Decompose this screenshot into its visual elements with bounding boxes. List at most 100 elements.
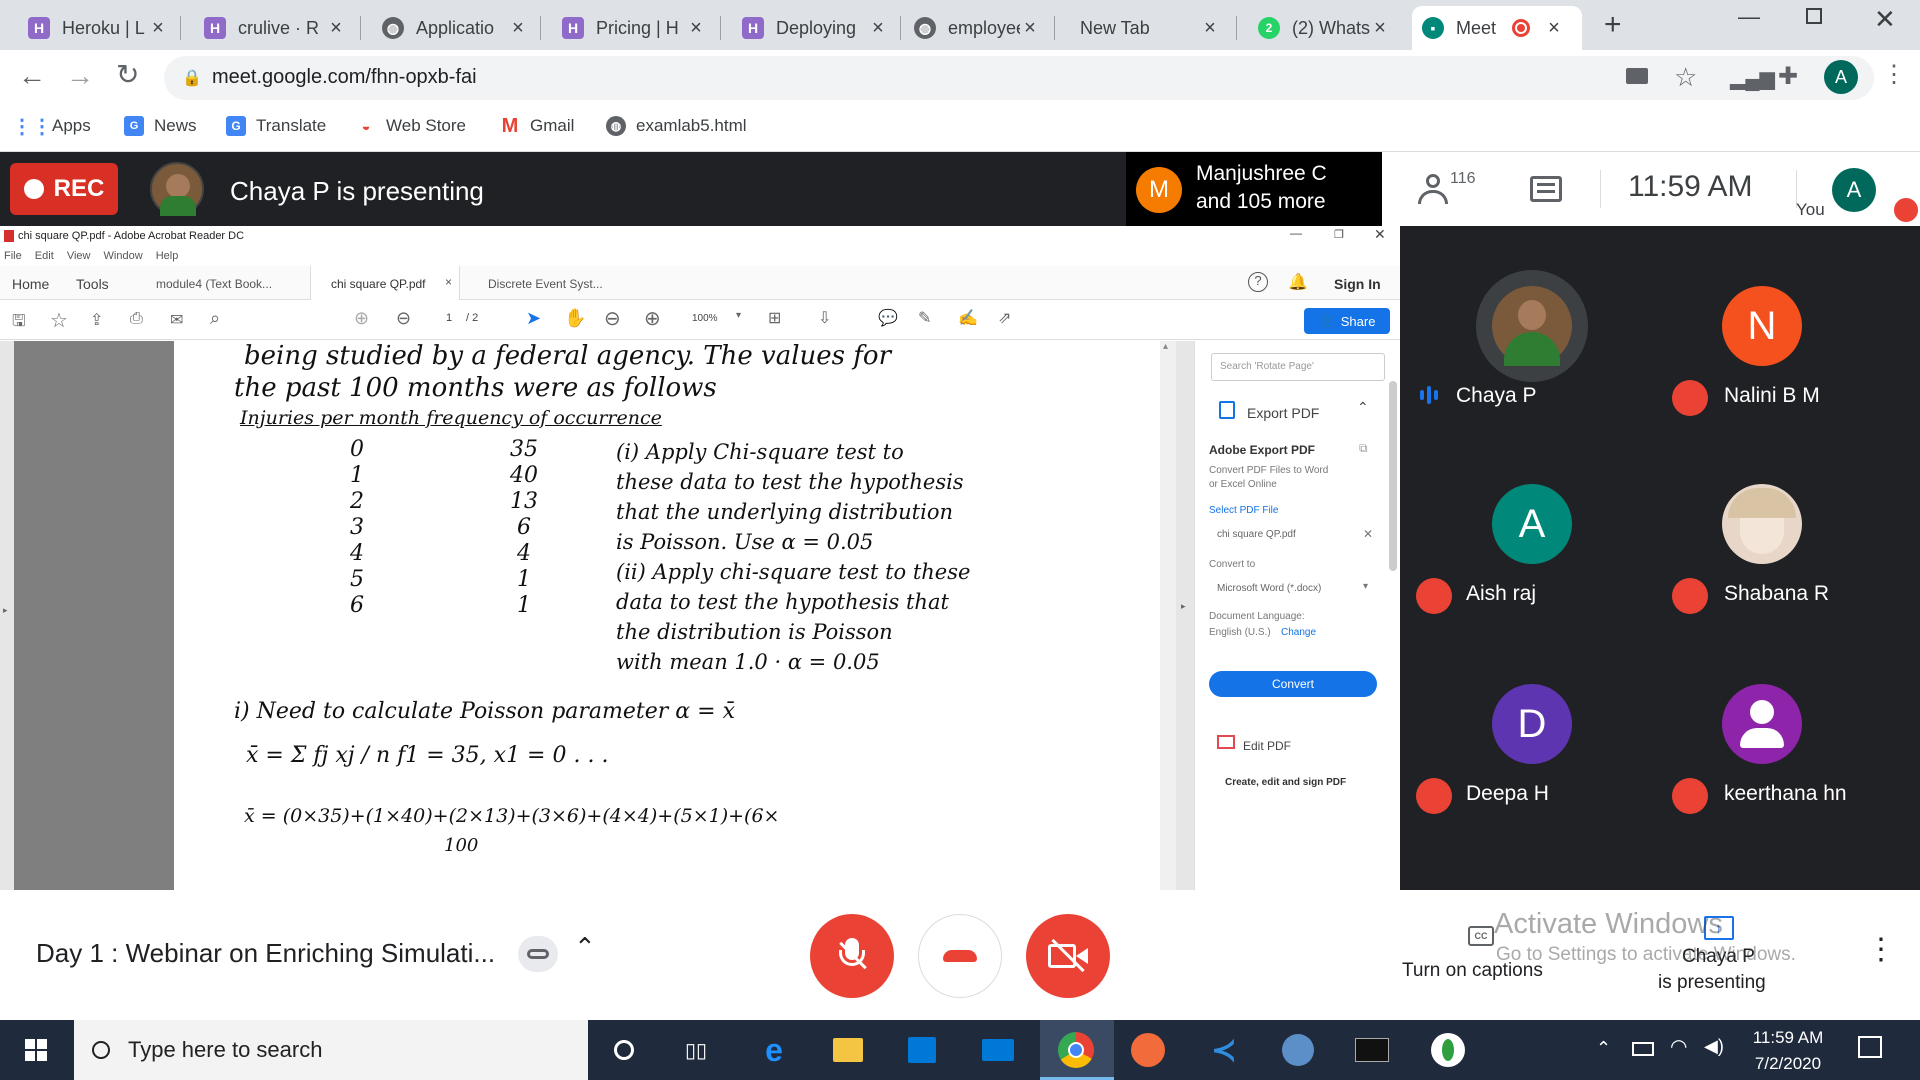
- cortana-icon[interactable]: [604, 1030, 644, 1070]
- expand-arrow-icon[interactable]: ▸: [1181, 601, 1186, 612]
- tray-expand-icon[interactable]: ⌃: [1596, 1038, 1611, 1059]
- menu-file[interactable]: File: [4, 250, 22, 262]
- tools-search-input[interactable]: Search 'Rotate Page': [1211, 353, 1385, 381]
- share-button[interactable]: 👤 Share: [1304, 308, 1390, 334]
- hand-tool-icon[interactable]: ✋: [564, 308, 586, 329]
- page-down-icon[interactable]: ⊖: [396, 308, 411, 329]
- bookmark-webstore[interactable]: ◒ Web Store: [356, 116, 466, 136]
- store-icon[interactable]: [902, 1030, 942, 1070]
- participant-avatar-keerthana[interactable]: [1722, 684, 1802, 764]
- profile-avatar[interactable]: A: [1824, 60, 1858, 94]
- save-icon[interactable]: 🖫: [12, 310, 26, 337]
- menu-dots-icon[interactable]: ⋮: [1882, 60, 1906, 89]
- url-text[interactable]: meet.google.com/fhn-opxb-fai: [212, 66, 477, 89]
- app-globe-icon[interactable]: [1278, 1030, 1318, 1070]
- restore-button[interactable]: ❐: [1334, 228, 1344, 241]
- bookmark-star-icon[interactable]: ☆: [50, 308, 68, 333]
- terminal-icon[interactable]: [1352, 1030, 1392, 1070]
- camera-toggle-button[interactable]: [1026, 914, 1110, 998]
- page-scrollbar[interactable]: ▴: [1160, 341, 1176, 890]
- battery-icon[interactable]: [1632, 1042, 1654, 1056]
- bookmark-news[interactable]: G News: [124, 116, 197, 136]
- bookmark-translate[interactable]: G Translate: [226, 116, 326, 136]
- participant-tile-chaya[interactable]: [1476, 270, 1588, 382]
- omnibox[interactable]: 🔒 meet.google.com/fhn-opxb-fai ☆: [164, 56, 1874, 100]
- tab-application[interactable]: ◍ Applicatio ×: [372, 6, 538, 50]
- close-icon[interactable]: ×: [1544, 17, 1564, 40]
- mail-icon[interactable]: ✉: [170, 310, 183, 330]
- windows-start-icon[interactable]: [16, 1030, 56, 1070]
- doc-tab[interactable]: module4 (Text Book...: [156, 277, 272, 291]
- tab-heroku[interactable]: H Heroku | L ×: [18, 6, 178, 50]
- change-language-link[interactable]: Change: [1281, 627, 1316, 638]
- participant-photo-shabana[interactable]: [1722, 484, 1802, 564]
- zoom-in-icon[interactable]: ⊕: [644, 306, 661, 331]
- menu-help[interactable]: Help: [156, 250, 179, 262]
- zoom-out-icon[interactable]: ⊖: [604, 306, 621, 331]
- chat-icon[interactable]: [1530, 176, 1562, 202]
- convert-format-select[interactable]: Microsoft Word (*.docx): [1217, 583, 1321, 594]
- page-current[interactable]: 1: [446, 312, 452, 324]
- signal-icon[interactable]: ▂▄▆: [1730, 66, 1775, 91]
- share-link-icon[interactable]: ⇗: [998, 308, 1011, 328]
- participant-avatar-nalini[interactable]: N: [1722, 286, 1802, 366]
- participant-avatar-aish[interactable]: A: [1492, 484, 1572, 564]
- file-explorer-icon[interactable]: [828, 1030, 868, 1070]
- bookmark-gmail[interactable]: M Gmail: [500, 115, 575, 137]
- notification-center-icon[interactable]: [1858, 1036, 1882, 1058]
- close-icon[interactable]: ×: [326, 17, 346, 40]
- captions-icon[interactable]: CC: [1468, 926, 1494, 946]
- search-icon[interactable]: ⌕: [210, 308, 220, 329]
- tab-whatsapp[interactable]: 2 (2) Whats ×: [1248, 6, 1400, 50]
- tools-tab[interactable]: Tools: [76, 276, 109, 292]
- convert-button[interactable]: Convert: [1209, 671, 1377, 697]
- copy-icon[interactable]: ⧉: [1359, 441, 1368, 456]
- home-tab[interactable]: Home: [12, 276, 49, 292]
- edge-icon[interactable]: e: [754, 1030, 794, 1070]
- select-cursor-icon[interactable]: ➤: [526, 308, 541, 329]
- taskbar-date[interactable]: 7/2/2020: [1748, 1054, 1828, 1074]
- left-nav-panel[interactable]: ▸: [0, 341, 14, 890]
- zoom-level[interactable]: 100%: [692, 313, 718, 324]
- chevron-up-icon[interactable]: ▴: [1163, 341, 1168, 352]
- tab-crulive[interactable]: H crulive · R ×: [194, 6, 356, 50]
- tab-new-tab[interactable]: New Tab ×: [1070, 6, 1230, 50]
- tab-pricing[interactable]: H Pricing | H ×: [552, 6, 716, 50]
- taskbar-time[interactable]: 11:59 AM: [1748, 1028, 1828, 1048]
- app-orange-icon[interactable]: [1128, 1030, 1168, 1070]
- volume-icon[interactable]: ◀): [1704, 1036, 1724, 1057]
- export-pdf-label[interactable]: Export PDF: [1247, 405, 1319, 421]
- star-icon[interactable]: ☆: [1674, 62, 1697, 93]
- close-icon[interactable]: ×: [508, 17, 528, 40]
- new-tab-button[interactable]: +: [1604, 8, 1622, 42]
- scroll-mode-icon[interactable]: ⇩: [818, 308, 831, 328]
- menu-view[interactable]: View: [67, 250, 91, 262]
- menu-window[interactable]: Window: [104, 250, 143, 262]
- close-icon[interactable]: ×: [1200, 17, 1220, 40]
- more-options-icon[interactable]: ⋮: [1866, 932, 1896, 967]
- right-pane-toggle[interactable]: ▸: [1176, 341, 1194, 890]
- close-icon[interactable]: ×: [1370, 17, 1390, 40]
- sign-icon[interactable]: ✍: [958, 308, 978, 328]
- comment-icon[interactable]: 💬: [878, 308, 898, 328]
- pen-icon[interactable]: ✎: [918, 308, 931, 328]
- forward-arrow-icon[interactable]: →: [66, 60, 94, 92]
- help-icon[interactable]: ?: [1248, 272, 1268, 292]
- tab-meet[interactable]: ▪ Meet ×: [1412, 6, 1582, 50]
- task-view-icon[interactable]: ▯▯: [676, 1030, 716, 1070]
- mic-toggle-button[interactable]: [810, 914, 894, 998]
- bell-icon[interactable]: 🔔: [1288, 272, 1308, 292]
- extensions-icon[interactable]: ✚: [1778, 62, 1798, 91]
- meeting-title[interactable]: Day 1 : Webinar on Enriching Simulati...: [36, 938, 495, 969]
- expand-arrow-icon[interactable]: ▸: [3, 605, 8, 616]
- doc-tab[interactable]: Discrete Event Syst...: [488, 277, 603, 291]
- bookmark-apps[interactable]: ⋮⋮ Apps: [12, 116, 91, 138]
- close-icon[interactable]: ×: [148, 17, 168, 40]
- minimize-button[interactable]: —: [1290, 226, 1302, 240]
- mail-icon[interactable]: [978, 1030, 1018, 1070]
- chrome-taskbar-active[interactable]: [1040, 1020, 1114, 1080]
- attachment-icon[interactable]: [518, 936, 558, 972]
- tab-employee[interactable]: ◍ employee ×: [904, 6, 1050, 50]
- sign-in-button[interactable]: Sign In: [1334, 276, 1381, 292]
- close-icon[interactable]: ×: [445, 275, 452, 289]
